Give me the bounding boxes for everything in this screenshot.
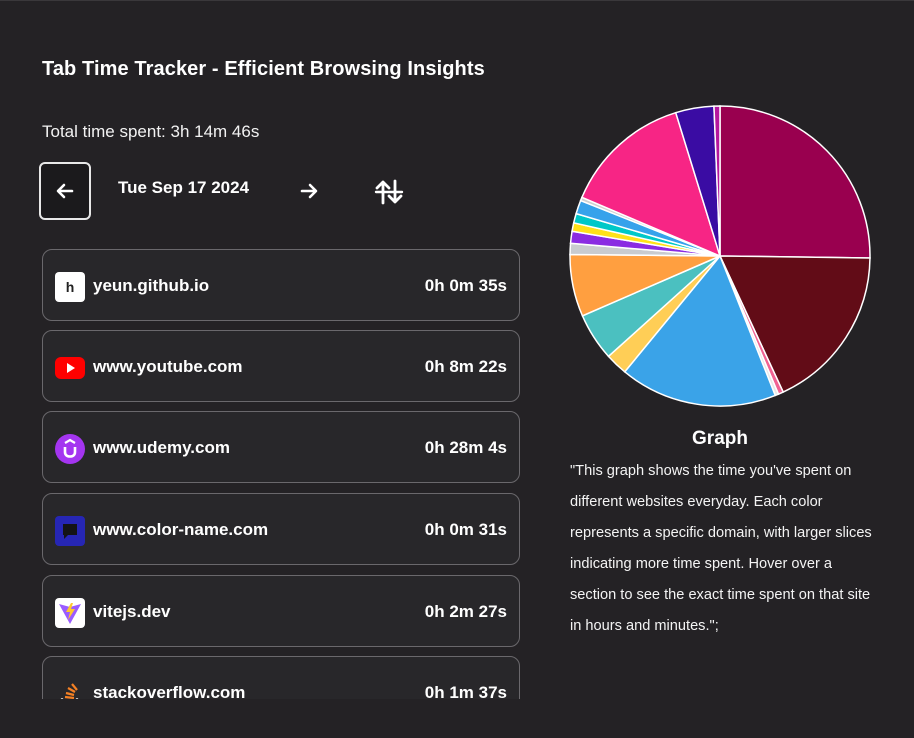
total-time-text: Total time spent: 3h 14m 46s xyxy=(42,122,260,141)
pie-slice[interactable] xyxy=(719,105,871,259)
site-duration: 0h 28m 4s xyxy=(424,438,507,457)
site-row[interactable]: www.youtube.com 0h 8m 22s xyxy=(42,330,520,402)
site-row[interactable]: stackoverflow.com 0h 1m 37s xyxy=(42,656,520,699)
site-row[interactable]: www.color-name.com 0h 0m 31s xyxy=(42,493,520,565)
next-day-button[interactable] xyxy=(296,178,322,204)
site-domain: www.youtube.com xyxy=(93,357,243,376)
graph-title: Graph xyxy=(692,428,748,449)
site-list: h yeun.github.io 0h 0m 35s www.youtube.c… xyxy=(42,249,522,699)
site-duration: 0h 0m 31s xyxy=(424,520,507,539)
pie-svg xyxy=(569,105,871,407)
site-domain: www.color-name.com xyxy=(93,520,269,539)
site-duration: 0h 1m 37s xyxy=(424,683,507,699)
page-title: Tab Time Tracker - Efficient Browsing In… xyxy=(42,58,485,80)
site-domain: stackoverflow.com xyxy=(93,683,246,699)
previous-day-button[interactable] xyxy=(39,162,91,220)
color-name-icon xyxy=(55,516,85,546)
current-date: Tue Sep 17 2024 xyxy=(118,178,250,197)
arrow-right-icon xyxy=(300,183,318,199)
site-domain: yeun.github.io xyxy=(93,276,210,295)
site-duration: 0h 8m 22s xyxy=(424,357,507,376)
vite-icon xyxy=(55,598,85,628)
time-pie-chart[interactable] xyxy=(568,104,872,408)
youtube-icon xyxy=(55,353,85,383)
site-duration: 0h 0m 35s xyxy=(424,276,507,295)
udemy-icon xyxy=(55,434,85,464)
site-duration: 0h 2m 27s xyxy=(424,602,507,621)
arrow-left-icon xyxy=(56,183,74,199)
site-domain: vitejs.dev xyxy=(93,602,171,621)
sort-button[interactable] xyxy=(372,176,406,208)
window-top-edge xyxy=(0,0,914,1)
stackoverflow-icon xyxy=(55,679,85,699)
graph-description: "This graph shows the time you've spent … xyxy=(570,463,872,634)
site-row[interactable]: h yeun.github.io 0h 0m 35s xyxy=(42,249,520,321)
site-row[interactable]: www.udemy.com 0h 28m 4s xyxy=(42,411,520,483)
github-pages-icon: h xyxy=(55,272,85,302)
sort-arrows-icon xyxy=(374,179,404,205)
site-row[interactable]: vitejs.dev 0h 2m 27s xyxy=(42,575,520,647)
site-domain: www.udemy.com xyxy=(93,438,230,457)
